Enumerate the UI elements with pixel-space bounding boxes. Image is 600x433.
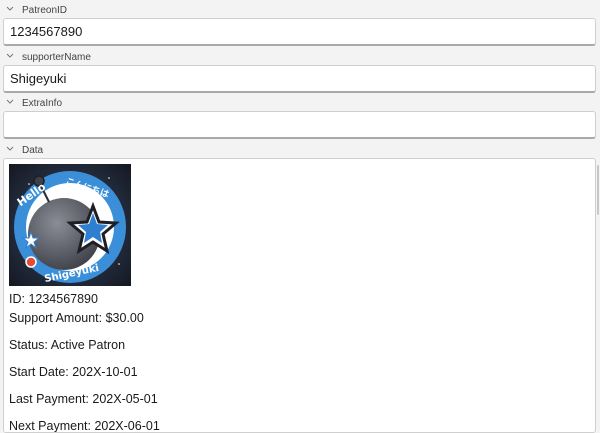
data-support-amount: Support Amount: $30.00 — [9, 311, 144, 325]
chevron-down-icon[interactable] — [4, 3, 18, 17]
supporter-avatar: Hello こんにちは Shigeyuki — [9, 164, 131, 286]
scrollbar-thumb[interactable] — [597, 165, 599, 215]
avatar-image: Hello こんにちは Shigeyuki — [9, 164, 131, 286]
supportername-field[interactable] — [3, 65, 596, 93]
chevron-down-icon[interactable] — [4, 96, 18, 110]
chevron-down-icon[interactable] — [4, 50, 18, 64]
data-next-payment: Next Payment: 202X-06-01 — [9, 419, 160, 433]
extrainfo-section-header[interactable]: ExtraInfo — [4, 96, 62, 110]
data-label: Data — [22, 144, 44, 156]
supportername-label: supporterName — [22, 51, 91, 63]
extrainfo-field[interactable] — [3, 111, 596, 139]
data-id: ID: 1234567890 — [9, 292, 98, 306]
data-status: Status: Active Patron — [9, 338, 126, 352]
data-panel: Hello こんにちは Shigeyuki ID: 1234567890 Sup… — [3, 158, 596, 433]
patreonid-field[interactable] — [3, 18, 596, 46]
extrainfo-input[interactable] — [4, 112, 595, 137]
patreonid-input[interactable] — [4, 19, 595, 44]
supportername-input[interactable] — [4, 66, 595, 91]
data-last-payment: Last Payment: 202X-05-01 — [9, 392, 158, 406]
data-start-date: Start Date: 202X-10-01 — [9, 365, 138, 379]
patreonid-section-header[interactable]: PatreonID — [4, 3, 67, 17]
data-section-header[interactable]: Data — [4, 143, 43, 157]
patreonid-label: PatreonID — [22, 4, 68, 16]
extrainfo-label: ExtraInfo — [22, 97, 63, 109]
supportername-section-header[interactable]: supporterName — [4, 50, 91, 64]
chevron-down-icon[interactable] — [4, 143, 18, 157]
